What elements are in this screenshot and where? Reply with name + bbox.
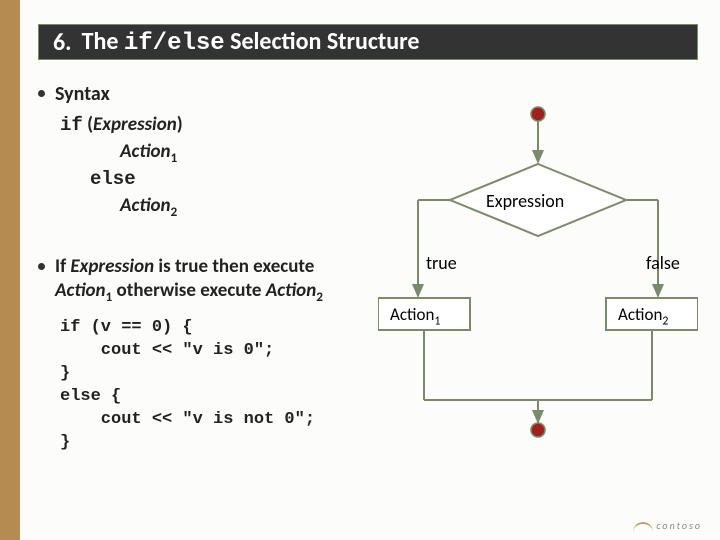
title-number: 6.	[53, 28, 72, 57]
flowchart: Expression true false Action1 Action2	[378, 100, 698, 430]
action1-label: Action1	[390, 304, 440, 328]
if-keyword: if	[60, 114, 83, 136]
end-node	[531, 423, 545, 437]
action2-subscript: 2	[662, 314, 668, 328]
title-bar: 6. The if/else Selection Structure	[38, 24, 698, 60]
description-text: If Expression is true then execute Actio…	[55, 255, 368, 305]
desc-a2s: 2	[316, 288, 323, 305]
title-suffix: Selection Structure	[225, 27, 420, 56]
bullet-syntax-label: Syntax	[55, 82, 110, 106]
desc-p2: is true then execute	[154, 255, 314, 278]
bullet-description: If Expression is true then execute Actio…	[38, 255, 368, 305]
action1-text: Action	[390, 304, 434, 325]
expression-word: Expression	[93, 113, 177, 136]
action2-word: Action	[120, 194, 171, 217]
slide: 6. The if/else Selection Structure Synta…	[0, 0, 720, 540]
logo: contoso	[633, 519, 702, 532]
action1-sub: 1	[171, 148, 178, 165]
left-sidebar-stripe	[0, 0, 20, 540]
title-prefix: The	[82, 27, 124, 56]
desc-a1: Action	[55, 279, 106, 302]
logo-text: contoso	[656, 519, 702, 532]
diamond-label: Expression	[486, 190, 564, 212]
start-node	[531, 107, 545, 121]
action2-text: Action	[618, 304, 662, 325]
desc-expr: Expression	[70, 255, 154, 278]
else-keyword: else	[90, 168, 136, 190]
action1-word: Action	[120, 140, 171, 163]
code-example: if (v == 0) { cout << "v is 0"; } else {…	[60, 317, 368, 455]
desc-p1: If	[55, 255, 70, 278]
true-label: true	[426, 252, 457, 274]
desc-p3: otherwise execute	[112, 279, 265, 302]
title-text: The if/else Selection Structure	[82, 27, 420, 57]
bullet-description-area: If Expression is true then execute Actio…	[38, 255, 368, 455]
action2-sub: 2	[171, 203, 178, 220]
bullet-dot	[38, 90, 45, 97]
logo-arc-icon	[633, 522, 653, 532]
title-code: if/else	[124, 30, 225, 57]
desc-a2: Action	[266, 279, 317, 302]
paren-open: (	[83, 113, 93, 136]
false-label: false	[646, 252, 680, 274]
bullet-dot	[38, 263, 45, 270]
action2-label: Action2	[618, 304, 668, 328]
action1-subscript: 1	[434, 314, 440, 328]
paren-close: )	[177, 113, 183, 136]
